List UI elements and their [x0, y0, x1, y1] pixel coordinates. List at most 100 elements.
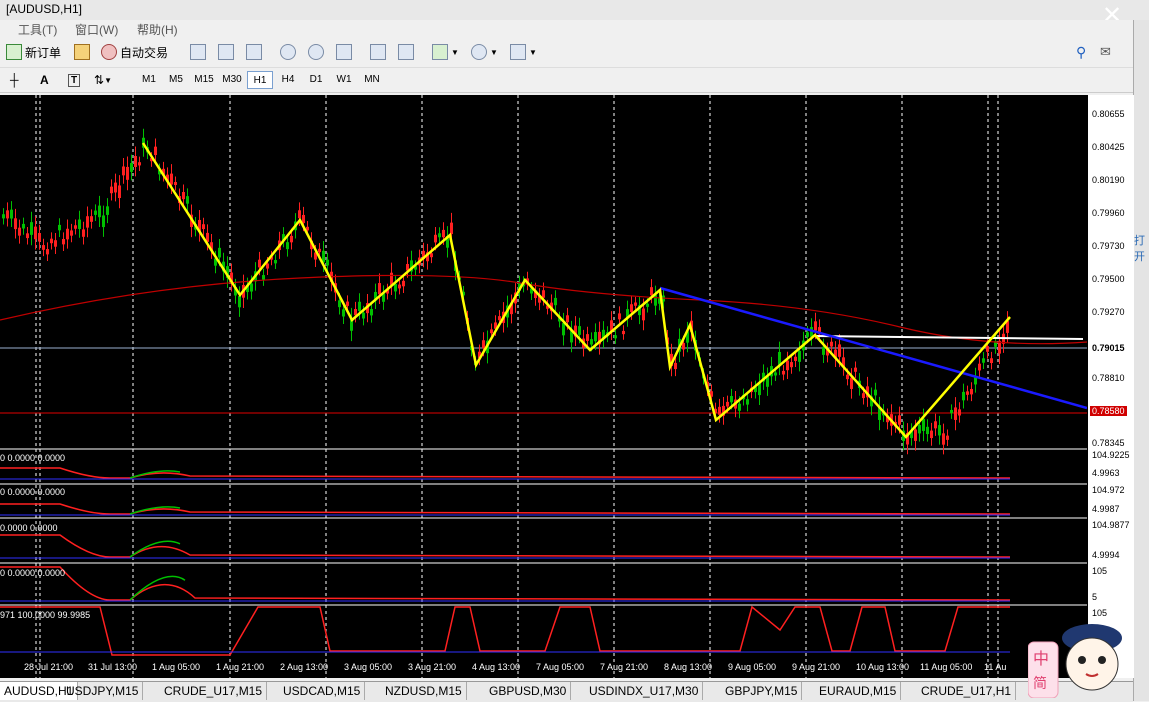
- chat-icon: ✉: [1100, 44, 1111, 59]
- time-label: 11 Au: [984, 662, 1007, 672]
- candle-body: [634, 302, 637, 306]
- zoom-in-button[interactable]: [280, 42, 299, 62]
- candle-body: [42, 245, 45, 250]
- candle-body: [966, 391, 969, 395]
- candle-body: [450, 222, 453, 235]
- menu-help[interactable]: 帮助(H): [137, 21, 178, 38]
- candle-body: [154, 146, 157, 156]
- candle-body: [562, 323, 565, 336]
- candle-body: [614, 335, 617, 339]
- tab-usdjpy-m15[interactable]: USDJPY,M15: [62, 682, 144, 700]
- svg-text:中: 中: [1033, 649, 1049, 668]
- ind2-scale-top: 104.972: [1092, 485, 1125, 495]
- indicator-1-label: 0 0.0000 0.0000: [0, 453, 66, 463]
- timeframe-m5[interactable]: M5: [163, 71, 189, 89]
- price-chart[interactable]: [0, 95, 1088, 678]
- price-tick: 0.78810: [1092, 373, 1125, 383]
- tab-gbpusd-m30[interactable]: GBPUSD,M30: [485, 682, 572, 700]
- clock-icon: [471, 44, 487, 60]
- timeframe-m1[interactable]: M1: [136, 71, 162, 89]
- candle-body: [846, 374, 849, 380]
- candle-body: [106, 206, 109, 215]
- mascot-image: 中 简: [1027, 624, 1122, 699]
- timeframe-w1[interactable]: W1: [331, 71, 357, 89]
- menu-window[interactable]: 窗口(W): [75, 21, 118, 38]
- indicator-2-curve-up: [129, 506, 181, 515]
- candle-body: [286, 242, 289, 250]
- candle-body: [6, 210, 9, 219]
- time-label: 10 Aug 13:00: [856, 662, 910, 672]
- ind3-scale-bottom: 4.9994: [1092, 550, 1120, 560]
- arrows-tool-button[interactable]: ⇅ ▼: [94, 70, 112, 90]
- candle-body: [642, 308, 645, 321]
- timeframe-d1[interactable]: D1: [303, 71, 329, 89]
- search-button[interactable]: ⚲: [1076, 42, 1086, 62]
- zoom-out-button[interactable]: [308, 42, 327, 62]
- candle-body: [674, 362, 677, 370]
- indicator-4-label: 0 0.0000 0.0000: [0, 568, 66, 578]
- tab-usdindx-u17-m30[interactable]: USDINDX_U17,M30: [585, 682, 704, 700]
- candle-body: [726, 401, 729, 407]
- candle-body: [354, 309, 357, 316]
- candle-body: [926, 426, 929, 435]
- candle-body: [302, 214, 305, 224]
- chart-shift-button[interactable]: [370, 42, 389, 62]
- candle-body: [26, 233, 29, 239]
- tab-gbpjpy-m15[interactable]: GBPJPY,M15: [721, 682, 803, 700]
- timeframe-mn[interactable]: MN: [359, 71, 385, 89]
- timeframe-h1[interactable]: H1: [247, 71, 273, 89]
- zoom-out-icon: [308, 44, 324, 60]
- candle-body: [262, 275, 265, 280]
- candle-body: [918, 425, 921, 434]
- menu-tools[interactable]: 工具(T): [18, 21, 57, 38]
- auto-trade-button[interactable]: 自动交易: [101, 42, 168, 62]
- meta-editor-button[interactable]: [74, 42, 93, 62]
- chart-shift-icon: [370, 44, 386, 60]
- new-order-button[interactable]: 新订单: [6, 42, 61, 62]
- messages-button[interactable]: ✉: [1100, 42, 1111, 62]
- label-tool-button[interactable]: T: [68, 70, 81, 90]
- indicator-5-curve: [0, 605, 1010, 656]
- periods-button[interactable]: ▼: [471, 42, 498, 62]
- timeframe-h4[interactable]: H4: [275, 71, 301, 89]
- tab-usdcad-m15[interactable]: USDCAD,M15: [279, 682, 366, 700]
- crosshair-button[interactable]: ┼: [10, 70, 19, 90]
- ind4-scale-bottom: 5: [1092, 592, 1098, 602]
- text-tool-button[interactable]: A: [40, 70, 49, 90]
- candle-body: [430, 253, 433, 258]
- candle-body: [174, 182, 177, 186]
- side-open-label[interactable]: 打开: [1134, 232, 1149, 264]
- tab-euraud-m15[interactable]: EURAUD,M15: [815, 682, 902, 700]
- candle-body: [646, 303, 649, 307]
- label-icon: T: [68, 73, 81, 87]
- candle-body: [554, 297, 557, 306]
- candle-body: [622, 330, 625, 335]
- time-label: 1 Aug 05:00: [152, 662, 201, 672]
- candle-body: [970, 388, 973, 395]
- candle-body: [482, 340, 485, 349]
- candle-body: [850, 377, 853, 389]
- candle-body: [854, 367, 857, 372]
- autoscroll-button[interactable]: [398, 42, 417, 62]
- candle-body: [786, 360, 789, 371]
- candle-chart-button[interactable]: [218, 42, 237, 62]
- candle-body: [38, 233, 41, 242]
- timeframe-m15[interactable]: M15: [191, 71, 217, 89]
- candle-body: [30, 222, 33, 235]
- tab-crude-u17-h1[interactable]: CRUDE_U17,H1: [917, 682, 1017, 700]
- autoscroll-icon: [398, 44, 414, 60]
- timeframe-m30[interactable]: M30: [219, 71, 245, 89]
- candle-body: [790, 362, 793, 368]
- new-order-icon: [6, 44, 22, 60]
- tab-crude-u17-m15[interactable]: CRUDE_U17,M15: [160, 682, 268, 700]
- tile-windows-button[interactable]: [336, 42, 355, 62]
- templates-button[interactable]: ▼: [510, 42, 537, 62]
- indicators-button[interactable]: ▼: [432, 42, 459, 62]
- line-chart-button[interactable]: [246, 42, 265, 62]
- bar-chart-button[interactable]: [190, 42, 209, 62]
- candle-body: [914, 429, 917, 441]
- candle-body: [682, 342, 685, 350]
- tab-nzdusd-m15[interactable]: NZDUSD,M15: [381, 682, 467, 700]
- candle-body: [774, 372, 777, 376]
- time-label: 3 Aug 05:00: [344, 662, 393, 672]
